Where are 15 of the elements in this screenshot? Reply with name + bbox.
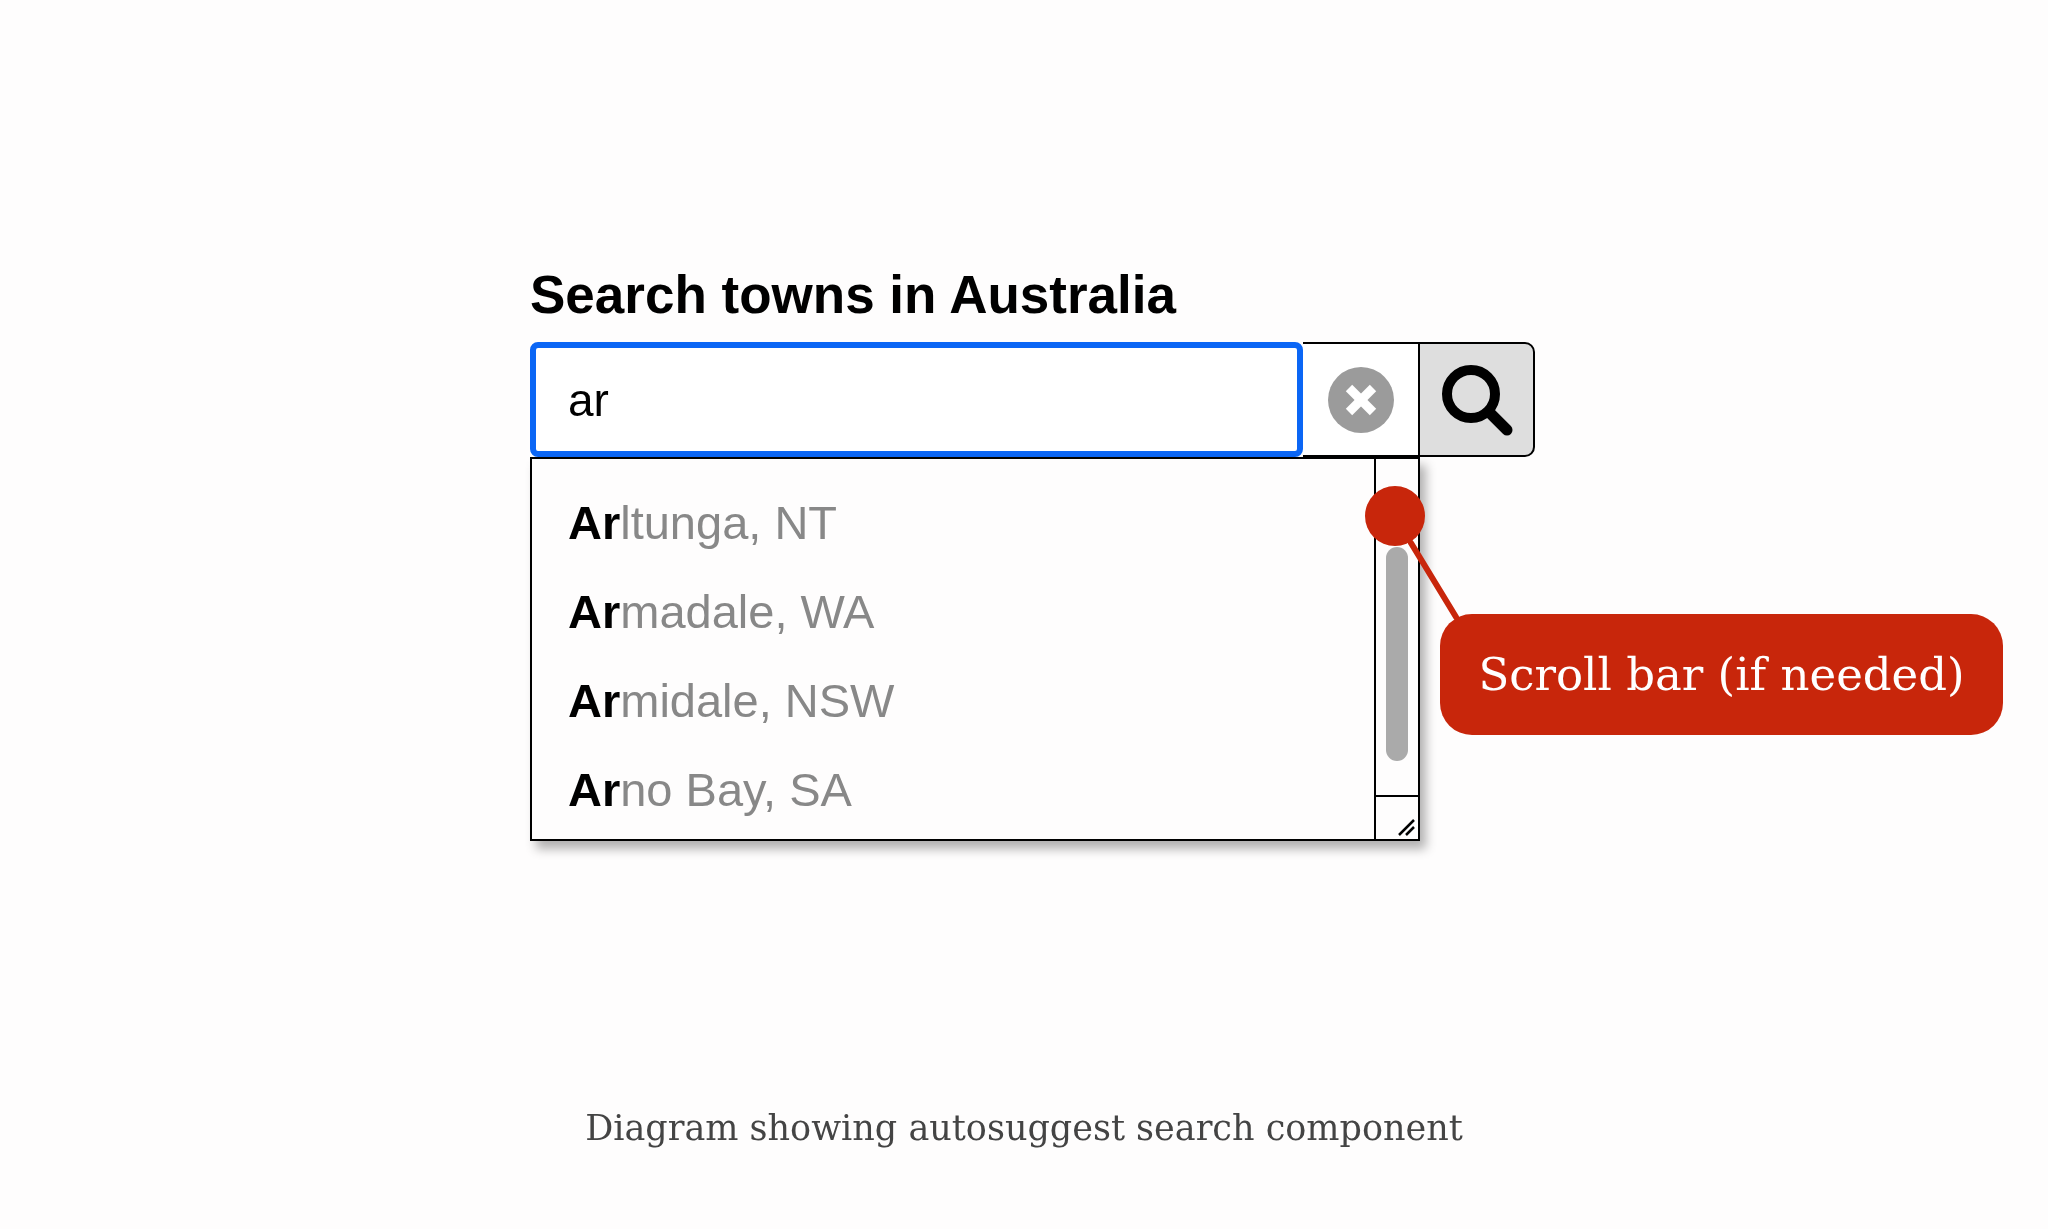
clear-button[interactable] <box>1303 342 1418 457</box>
diagram-caption: Diagram showing autosuggest search component <box>585 1111 1463 1146</box>
search-heading: Search towns in Australia <box>530 268 1176 321</box>
suggestion-item[interactable]: Arltunga, NT <box>532 479 1360 568</box>
suggestion-item[interactable]: Arno Bay, SA <box>532 746 1360 835</box>
suggestion-item[interactable]: Armadale, WA <box>532 568 1360 657</box>
clear-icon <box>1327 366 1394 433</box>
search-icon <box>1440 363 1513 436</box>
resize-handle-icon[interactable] <box>1397 818 1415 836</box>
callout-dot-icon <box>1365 486 1425 546</box>
suggestion-item[interactable]: Armidale, NSW <box>532 657 1360 746</box>
search-field[interactable]: ar <box>530 342 1303 457</box>
search-button[interactable] <box>1418 342 1535 457</box>
scrollbar-thumb[interactable] <box>1386 547 1408 761</box>
callout-label: Scroll bar (if needed) <box>1440 614 2003 735</box>
